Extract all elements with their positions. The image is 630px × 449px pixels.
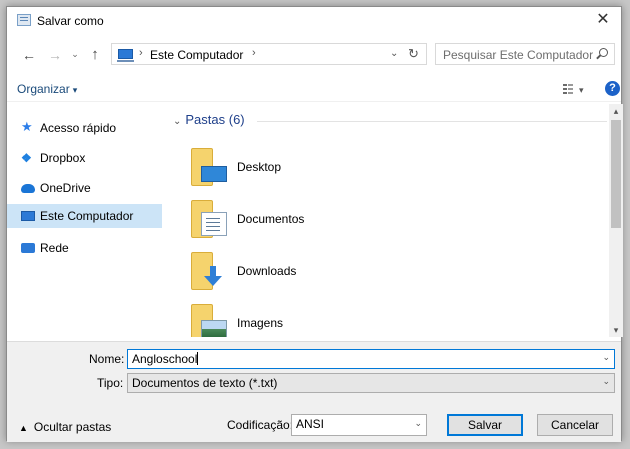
chevron-down-icon[interactable]: ⌄ xyxy=(602,352,610,363)
chevron-down-icon: ⌄ xyxy=(414,418,422,428)
recent-locations-button[interactable]: ⌄ xyxy=(67,49,83,60)
sidebar-item-this-pc[interactable]: Este Computador xyxy=(7,204,162,228)
sidebar-item-network[interactable]: Rede xyxy=(7,236,162,260)
folder-view: ⌄ Pastas (6) Desktop Documentos Downloads… xyxy=(167,104,607,337)
change-view-button[interactable]: ▾ xyxy=(563,82,584,96)
scroll-up-icon[interactable]: ▴ xyxy=(609,104,623,118)
search-placeholder: Pesquisar Este Computador xyxy=(443,48,594,62)
sidebar-item-quick-access[interactable]: ★ Acesso rápido xyxy=(7,116,162,140)
scroll-down-icon[interactable]: ▾ xyxy=(609,323,623,337)
group-divider xyxy=(257,121,607,122)
folder-label-downloads[interactable]: Downloads xyxy=(237,264,296,278)
vertical-scrollbar[interactable]: ▴ ▾ xyxy=(609,104,623,337)
sidebar-item-dropbox[interactable]: ❖ Dropbox xyxy=(7,146,162,170)
close-button[interactable]: ✕ xyxy=(593,10,613,30)
refresh-button[interactable]: ↻ xyxy=(408,46,419,62)
folder-label-images[interactable]: Imagens xyxy=(237,316,283,330)
chevron-down-icon: ⌄ xyxy=(602,376,610,386)
back-button[interactable]: ← xyxy=(21,47,37,63)
cancel-button[interactable]: Cancelar xyxy=(537,414,613,436)
organize-label: Organizar xyxy=(17,82,70,96)
dropbox-icon: ❖ xyxy=(21,151,32,165)
window-title: Salvar como xyxy=(37,14,104,28)
list-item[interactable] xyxy=(187,304,231,337)
list-item[interactable] xyxy=(187,252,231,292)
name-label: Nome: xyxy=(89,352,125,366)
help-button[interactable]: ? xyxy=(605,81,620,96)
sidebar-item-label: Dropbox xyxy=(40,151,86,165)
download-arrow-icon xyxy=(201,264,227,288)
encoding-select[interactable]: ANSI ⌄ xyxy=(291,414,427,436)
hide-folders-button[interactable]: ▲ Ocultar pastas xyxy=(19,420,111,434)
desktop-icon xyxy=(201,166,227,182)
chevron-down-icon: ⌄ xyxy=(173,116,182,127)
scrollbar-thumb[interactable] xyxy=(611,120,621,228)
chevron-up-icon: ▲ xyxy=(19,423,28,433)
up-button[interactable]: ↑ xyxy=(87,46,103,63)
group-header-label: Pastas (6) xyxy=(185,112,245,127)
computer-icon xyxy=(117,49,134,62)
organize-button[interactable]: Organizar ▾ xyxy=(17,82,77,96)
document-icon xyxy=(201,212,227,236)
image-icon xyxy=(201,320,227,337)
encoding-label: Codificação: xyxy=(227,418,294,432)
network-icon xyxy=(21,243,35,253)
sidebar-item-label: Acesso rápido xyxy=(40,121,117,135)
type-label: Tipo: xyxy=(97,376,124,390)
address-row: ← → ⌄ ↑ › Este Computador › ⌄ ↻ Pesquisa… xyxy=(7,43,621,69)
chevron-down-icon: ▾ xyxy=(72,85,78,95)
list-item[interactable] xyxy=(187,148,231,188)
text-cursor xyxy=(197,352,199,365)
notepad-icon xyxy=(17,14,31,26)
save-as-dialog: Salvar como ✕ ← → ⌄ ↑ › Este Computador … xyxy=(6,6,623,442)
sidebar-item-label: Este Computador xyxy=(40,209,134,223)
onedrive-icon xyxy=(21,184,35,193)
chevron-down-icon: ▾ xyxy=(579,85,584,95)
search-input[interactable]: Pesquisar Este Computador xyxy=(435,43,615,65)
address-bar[interactable]: › Este Computador › ⌄ ↻ xyxy=(111,43,427,65)
file-name-input[interactable]: Angloschool ⌄ xyxy=(127,349,615,369)
file-type-value: Documentos de texto (*.txt) xyxy=(132,376,278,390)
address-dropdown-button[interactable]: ⌄ xyxy=(390,48,398,59)
forward-button[interactable]: → xyxy=(47,47,63,63)
navigation-pane: ★ Acesso rápido ❖ Dropbox OneDrive Este … xyxy=(7,104,162,337)
view-options-icon xyxy=(563,84,573,94)
folder-label-documents[interactable]: Documentos xyxy=(237,212,304,226)
star-icon: ★ xyxy=(21,119,33,134)
sidebar-item-label: OneDrive xyxy=(40,181,91,195)
sidebar-item-onedrive[interactable]: OneDrive xyxy=(7,176,162,200)
file-type-select[interactable]: Documentos de texto (*.txt) ⌄ xyxy=(127,373,615,393)
encoding-value: ANSI xyxy=(296,417,325,431)
toolbar: Organizar ▾ ▾ ? xyxy=(7,77,621,102)
hide-folders-label: Ocultar pastas xyxy=(33,420,112,434)
save-button[interactable]: Salvar xyxy=(447,414,523,436)
title-bar: Salvar como ✕ xyxy=(7,7,621,35)
file-name-value: Angloschool xyxy=(132,352,198,366)
search-icon xyxy=(599,48,608,57)
folder-label-desktop[interactable]: Desktop xyxy=(237,160,281,174)
folders-group-header[interactable]: ⌄ Pastas (6) xyxy=(173,112,245,127)
sidebar-item-label: Rede xyxy=(40,241,69,255)
list-item[interactable] xyxy=(187,200,231,240)
breadcrumb-location[interactable]: Este Computador xyxy=(150,48,243,62)
computer-icon xyxy=(21,211,35,221)
breadcrumb-separator[interactable]: › xyxy=(139,47,143,59)
breadcrumb-separator[interactable]: › xyxy=(252,47,256,59)
save-options-panel: Nome: Angloschool ⌄ Tipo: Documentos de … xyxy=(7,341,621,442)
